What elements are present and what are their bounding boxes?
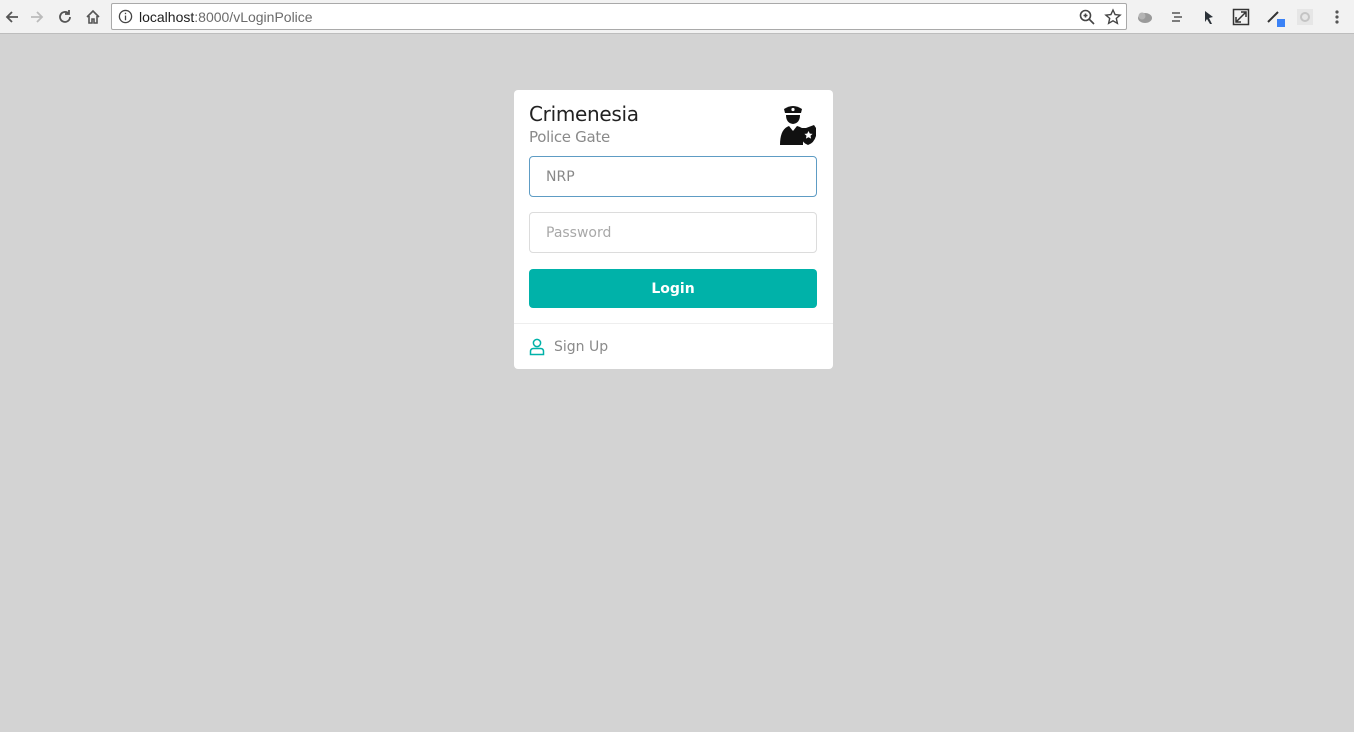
card-divider xyxy=(514,323,833,324)
extension-cloud-icon[interactable] xyxy=(1135,7,1155,27)
nrp-input[interactable] xyxy=(529,156,817,197)
url-text: localhost:8000/vLoginPolice xyxy=(139,9,313,25)
home-icon[interactable] xyxy=(81,5,105,29)
app-subtitle: Police Gate xyxy=(529,128,610,146)
extension-gear-icon[interactable] xyxy=(1295,7,1315,27)
user-icon xyxy=(529,338,545,356)
app-title: Crimenesia xyxy=(529,102,639,126)
url-host: localhost xyxy=(139,9,195,25)
extension-list-icon[interactable] xyxy=(1167,7,1187,27)
address-bar[interactable]: localhost:8000/vLoginPolice xyxy=(111,3,1127,30)
signup-label: Sign Up xyxy=(554,339,609,355)
extension-resize-icon[interactable] xyxy=(1231,7,1251,27)
login-button[interactable]: Login xyxy=(529,269,817,308)
menu-kebab-icon[interactable] xyxy=(1327,7,1347,27)
url-path: :8000/vLoginPolice xyxy=(194,9,313,25)
login-card: Crimenesia Police Gate Login Sign Up xyxy=(514,90,833,369)
forward-icon[interactable] xyxy=(25,5,49,29)
back-icon[interactable] xyxy=(0,5,24,29)
extension-eyedropper-icon[interactable] xyxy=(1265,7,1285,27)
reload-icon[interactable] xyxy=(53,5,77,29)
password-input[interactable] xyxy=(529,212,817,253)
browser-toolbar: localhost:8000/vLoginPolice xyxy=(0,0,1354,34)
police-officer-icon xyxy=(780,106,816,145)
info-icon[interactable] xyxy=(118,9,133,24)
zoom-icon[interactable] xyxy=(1078,8,1096,26)
signup-link[interactable]: Sign Up xyxy=(529,336,608,358)
bookmark-star-icon[interactable] xyxy=(1104,8,1122,26)
extension-pin-icon[interactable] xyxy=(1199,7,1219,27)
